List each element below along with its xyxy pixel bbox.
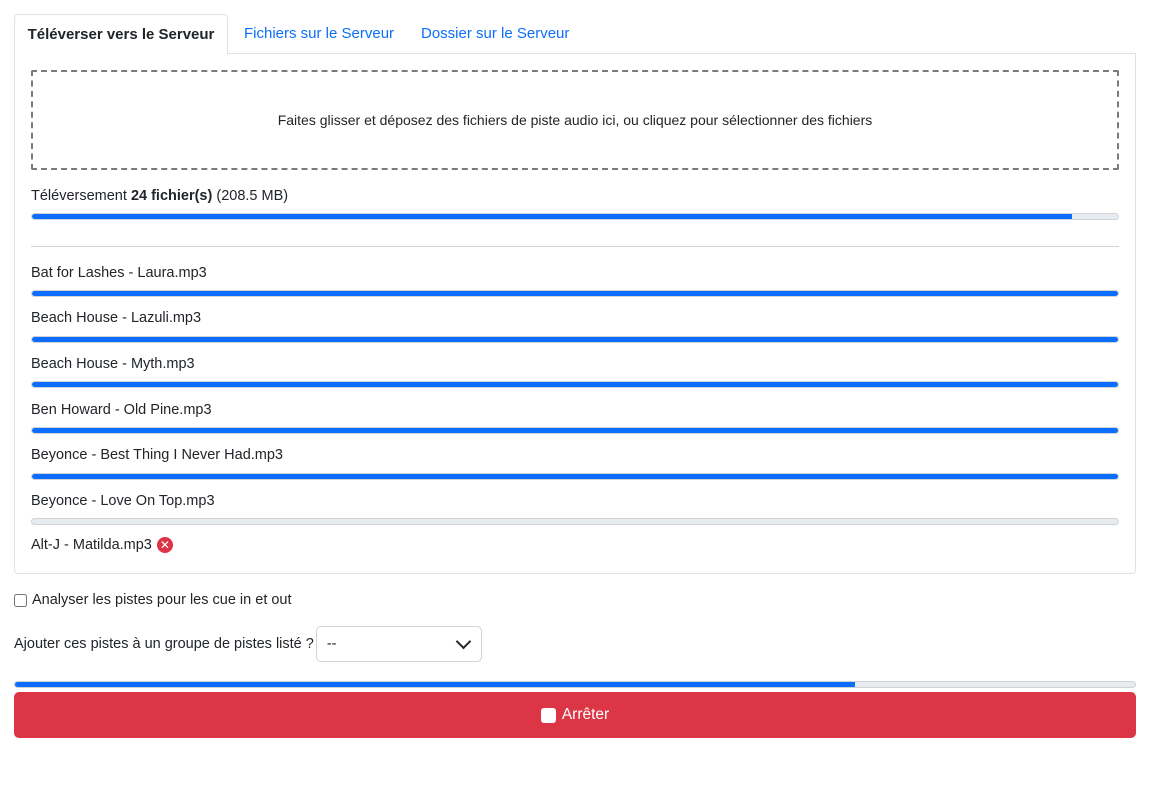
file-item: Beyonce - Best Thing I Never Had.mp3 bbox=[31, 447, 283, 463]
file-progress-fill bbox=[32, 428, 1118, 433]
file-name: Beyonce - Best Thing I Never Had.mp3 bbox=[31, 447, 283, 463]
file-progress-bar bbox=[31, 381, 1119, 388]
file-name: Beach House - Lazuli.mp3 bbox=[31, 310, 202, 326]
file-progress-fill bbox=[32, 337, 1118, 342]
stop-square-icon bbox=[540, 707, 556, 723]
file-item: Ben Howard - Old Pine.mp3 bbox=[31, 402, 212, 418]
stop-button-label: Arrêter bbox=[561, 706, 610, 723]
file-progress-bar bbox=[31, 290, 1119, 297]
file-name: Beyonce - Love On Top.mp3 bbox=[31, 493, 215, 509]
file-name: Ben Howard - Old Pine.mp3 bbox=[31, 402, 212, 418]
file-item: Bat for Lashes - Laura.mp3 bbox=[31, 265, 207, 281]
file-item: Beyonce - Love On Top.mp3 bbox=[31, 493, 215, 509]
file-item-error: Alt-J - Matilda.mp3 ✕ bbox=[31, 537, 173, 553]
group-select-value: -- bbox=[326, 636, 337, 652]
analyze-cue-label: Analyser les pistes pour les cue in et o… bbox=[32, 592, 292, 608]
divider bbox=[31, 246, 1119, 247]
group-select[interactable]: -- bbox=[315, 626, 482, 662]
analyze-cue-option[interactable]: Analyser les pistes pour les cue in et o… bbox=[14, 592, 292, 608]
file-progress-fill bbox=[32, 474, 1118, 479]
summary-prefix: Téléversement bbox=[31, 188, 127, 204]
file-name: Bat for Lashes - Laura.mp3 bbox=[31, 265, 207, 281]
file-name: Alt-J - Matilda.mp3 bbox=[31, 537, 152, 553]
summary-count: 24 fichier(s) bbox=[130, 188, 213, 204]
tab-upload[interactable]: Téléverser vers le Serveur bbox=[14, 14, 228, 55]
tab-bar: Téléverser vers le Serveur Fichiers sur … bbox=[14, 14, 1136, 55]
group-label: Ajouter ces pistes à un groupe de pistes… bbox=[14, 636, 314, 652]
stop-button[interactable]: Arrêter bbox=[14, 692, 1136, 738]
file-item: Beach House - Myth.mp3 bbox=[31, 356, 195, 372]
summary-progress-bar bbox=[31, 213, 1119, 220]
file-progress-fill bbox=[32, 382, 1118, 387]
dropzone-text: Faites glisser et déposez des fichiers d… bbox=[277, 112, 873, 128]
x-circle-icon: ✕ bbox=[156, 537, 173, 553]
analyze-cue-checkbox[interactable] bbox=[14, 593, 27, 607]
chevron-down-icon bbox=[455, 633, 472, 650]
overall-progress-fill bbox=[15, 682, 855, 687]
file-progress-bar bbox=[31, 336, 1119, 343]
file-name: Beach House - Myth.mp3 bbox=[31, 356, 195, 372]
file-progress-bar bbox=[31, 473, 1119, 480]
file-item: Beach House - Lazuli.mp3 bbox=[31, 310, 201, 326]
file-progress-fill bbox=[32, 291, 1118, 296]
group-row: Ajouter ces pistes à un groupe de pistes… bbox=[14, 626, 482, 662]
tab-server-files[interactable]: Fichiers sur le Serveur bbox=[244, 14, 394, 54]
upload-summary: Téléversement 24 fichier(s) (208.5 MB) bbox=[31, 188, 288, 204]
tab-server-folder[interactable]: Dossier sur le Serveur bbox=[421, 14, 569, 54]
file-progress-bar bbox=[31, 518, 1119, 525]
summary-size: (208.5 MB) bbox=[216, 188, 289, 204]
summary-progress-fill bbox=[32, 214, 1073, 219]
file-dropzone[interactable]: Faites glisser et déposez des fichiers d… bbox=[31, 70, 1119, 170]
overall-progress-bar bbox=[14, 681, 1136, 688]
file-progress-bar bbox=[31, 427, 1119, 434]
